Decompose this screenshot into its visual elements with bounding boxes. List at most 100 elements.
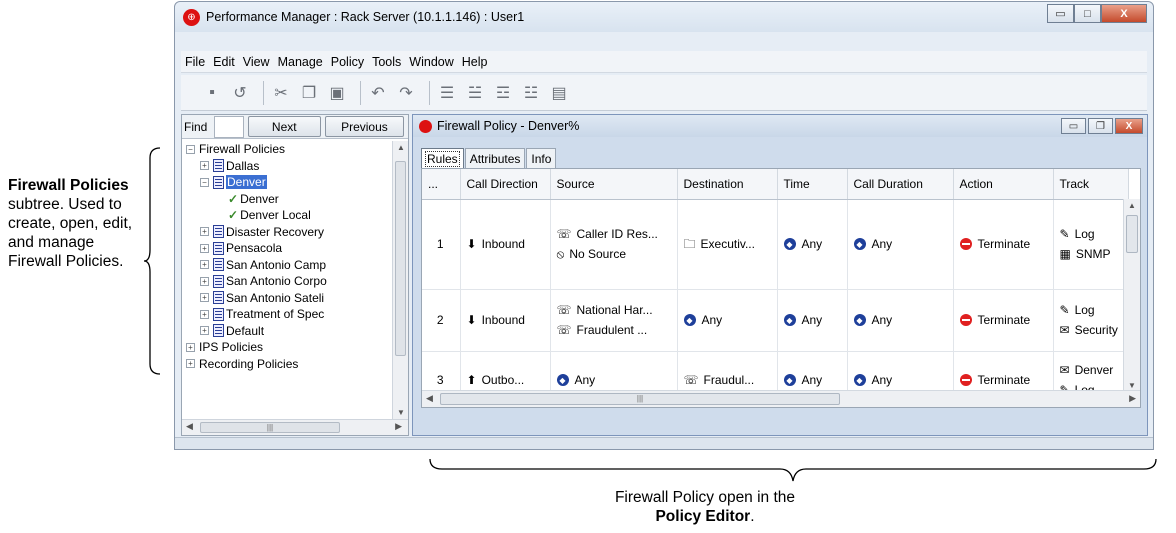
menu-view[interactable]: View: [239, 55, 274, 69]
call-duration-cell[interactable]: ◆ Any: [847, 289, 954, 352]
minimize-button[interactable]: ▭: [1047, 4, 1074, 23]
collapse-icon[interactable]: −: [200, 177, 209, 187]
scroll-right-icon[interactable]: ▶: [395, 421, 402, 432]
expand-icon[interactable]: +: [200, 227, 209, 237]
table-row[interactable]: 2 ⬇ Inbound ☏ National Har... ☏ Fraudulent ...…: [422, 289, 1129, 352]
scroll-up-icon[interactable]: ▲: [1124, 201, 1140, 210]
scroll-thumb[interactable]: [1126, 215, 1138, 253]
grid-vertical-scrollbar[interactable]: ▲ ▼: [1123, 199, 1140, 392]
tree-node[interactable]: + San Antonio Sateli: [182, 290, 394, 307]
editor-close-button[interactable]: X: [1115, 118, 1143, 134]
tree-node[interactable]: ✓ Denver: [182, 191, 394, 208]
track-cell[interactable]: ✎ Log ✉ Security: [1053, 289, 1129, 352]
time-cell[interactable]: ◆ Any: [777, 199, 848, 290]
next-button[interactable]: Next: [247, 116, 321, 137]
editor-minimize-button[interactable]: ▭: [1061, 118, 1086, 134]
scroll-down-icon[interactable]: ▼: [393, 408, 409, 417]
redo-icon[interactable]: ↷: [395, 82, 417, 104]
expand-icon[interactable]: +: [200, 243, 209, 253]
tree-node[interactable]: + Recording Policies: [182, 356, 394, 373]
tab-rules[interactable]: Rules: [421, 148, 464, 168]
action-cell[interactable]: Terminate: [953, 199, 1054, 290]
expand-icon[interactable]: +: [200, 161, 209, 171]
previous-button[interactable]: Previous: [324, 116, 405, 137]
table-row[interactable]: 1 ⬇ Inbound ☏ Caller ID Res... ⦸ No Source 🗀 Exe…: [422, 199, 1129, 290]
expand-icon[interactable]: +: [200, 260, 209, 270]
close-button[interactable]: X: [1101, 4, 1147, 23]
expand-icon[interactable]: +: [200, 293, 209, 303]
column-header[interactable]: Track: [1053, 169, 1129, 200]
undo-icon[interactable]: ↶: [367, 82, 389, 104]
tree-horizontal-scrollbar[interactable]: ◀ ||| ▶: [182, 419, 408, 435]
tree-node[interactable]: − Denver: [182, 174, 394, 191]
column-header[interactable]: Call Direction: [460, 169, 551, 200]
find-input[interactable]: [213, 115, 244, 138]
scroll-down-icon[interactable]: ▼: [1124, 381, 1140, 390]
source-cell[interactable]: ☏ Caller ID Res... ⦸ No Source: [550, 199, 678, 290]
destination-cell[interactable]: 🗀 Executiv...: [677, 199, 778, 290]
save-icon[interactable]: ▪: [201, 82, 223, 104]
maximize-button[interactable]: □: [1074, 4, 1101, 23]
menu-manage[interactable]: Manage: [274, 55, 327, 69]
source-cell[interactable]: ☏ National Har... ☏ Fraudulent ...: [550, 289, 678, 352]
call-duration-cell[interactable]: ◆ Any: [847, 199, 954, 290]
tree-node[interactable]: + Pensacola: [182, 240, 394, 257]
delete-row-icon[interactable]: ▤: [548, 82, 570, 104]
tree-node[interactable]: − Firewall Policies: [182, 141, 394, 158]
time-cell[interactable]: ◆ Any: [777, 289, 848, 352]
tree-node[interactable]: + Default: [182, 323, 394, 340]
tree-vertical-scrollbar[interactable]: ▲ ▼: [392, 141, 408, 419]
tree-node[interactable]: ✓ Denver Local: [182, 207, 394, 224]
call-direction-cell[interactable]: ⬇ Inbound: [460, 199, 551, 290]
tree-node[interactable]: + San Antonio Camp: [182, 257, 394, 274]
expand-icon[interactable]: +: [200, 326, 209, 336]
column-header[interactable]: Call Duration: [847, 169, 954, 200]
track-cell[interactable]: ✎ Log ▦ SNMP: [1053, 199, 1129, 290]
menu-policy[interactable]: Policy: [327, 55, 368, 69]
column-header[interactable]: Time: [777, 169, 848, 200]
tab-info[interactable]: Info: [526, 148, 557, 168]
tree-node[interactable]: + Treatment of Spec: [182, 306, 394, 323]
insert-below-icon[interactable]: ☲: [492, 82, 514, 104]
grid-horizontal-scrollbar[interactable]: ◀ ||| ▶: [422, 390, 1140, 407]
cut-icon[interactable]: ✂: [270, 82, 292, 104]
revert-icon[interactable]: ↺: [229, 82, 251, 104]
expand-icon[interactable]: +: [186, 359, 195, 369]
scroll-thumb[interactable]: [395, 161, 406, 356]
tree-node[interactable]: + Dallas: [182, 158, 394, 175]
cell-text: No Source: [569, 247, 627, 261]
column-header[interactable]: Action: [953, 169, 1054, 200]
insert-above-icon[interactable]: ☱: [464, 82, 486, 104]
action-cell[interactable]: Terminate: [953, 289, 1054, 352]
scroll-up-icon[interactable]: ▲: [393, 143, 409, 152]
expand-icon[interactable]: +: [200, 309, 209, 319]
scroll-thumb[interactable]: |||: [440, 393, 840, 405]
editor-restore-button[interactable]: ❐: [1088, 118, 1113, 134]
expand-icon[interactable]: +: [186, 342, 195, 352]
call-direction-cell[interactable]: ⬇ Inbound: [460, 289, 551, 352]
expand-icon[interactable]: +: [200, 276, 209, 286]
menu-help[interactable]: Help: [458, 55, 492, 69]
scroll-right-icon[interactable]: ▶: [1129, 393, 1136, 404]
menu-edit[interactable]: Edit: [209, 55, 239, 69]
column-header[interactable]: Destination: [677, 169, 778, 200]
menu-tools[interactable]: Tools: [368, 55, 405, 69]
column-header[interactable]: Source: [550, 169, 678, 200]
annotation-left: Firewall Policies subtree. Used to creat…: [8, 176, 148, 271]
insert-row-icon[interactable]: ☰: [436, 82, 458, 104]
collapse-icon[interactable]: −: [186, 144, 195, 154]
scroll-left-icon[interactable]: ◀: [186, 421, 193, 432]
paste-icon[interactable]: ▣: [326, 82, 348, 104]
tree-node[interactable]: + IPS Policies: [182, 339, 394, 356]
destination-cell[interactable]: ◆ Any: [677, 289, 778, 352]
tree-node[interactable]: + Disaster Recovery: [182, 224, 394, 241]
column-header[interactable]: ...: [422, 169, 461, 200]
move-icon[interactable]: ☳: [520, 82, 542, 104]
tree-node[interactable]: + San Antonio Corpo: [182, 273, 394, 290]
scroll-left-icon[interactable]: ◀: [426, 393, 433, 404]
tab-attributes[interactable]: Attributes: [464, 148, 526, 168]
menu-window[interactable]: Window: [405, 55, 457, 69]
scroll-thumb[interactable]: |||: [200, 422, 340, 433]
copy-icon[interactable]: ❐: [298, 82, 320, 104]
menu-file[interactable]: File: [181, 55, 209, 69]
